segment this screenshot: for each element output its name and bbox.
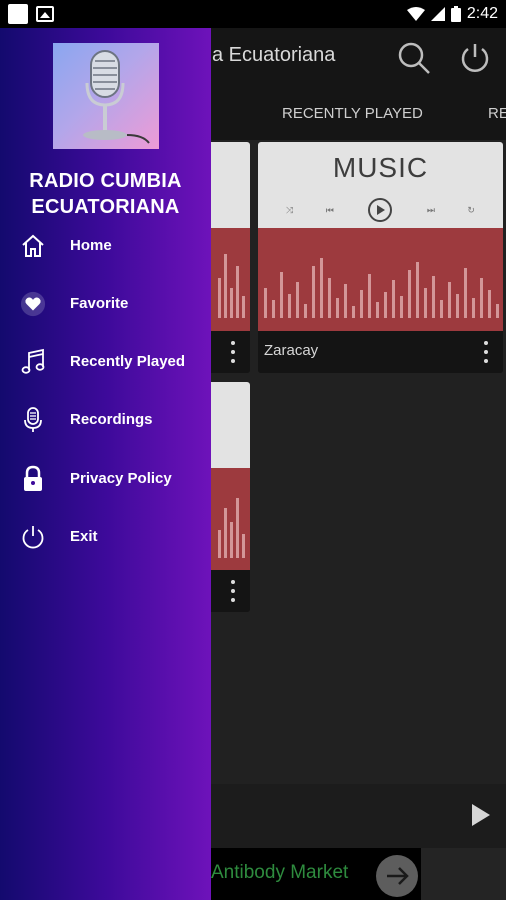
signal-icon	[430, 7, 445, 21]
card-cover: MUSIC ⤨ ⏮ ⏭ ↻	[258, 142, 503, 332]
notification-icon	[8, 4, 28, 24]
search-button[interactable]	[396, 40, 432, 76]
status-time: 2:42	[466, 5, 498, 22]
heart-icon	[20, 290, 46, 318]
more-options-icon[interactable]	[483, 341, 489, 363]
menu-label: Favorite	[70, 295, 129, 312]
menu-item-recordings[interactable]: Recordings	[0, 400, 211, 440]
play-icon	[472, 804, 490, 826]
power-icon	[461, 44, 489, 72]
microphone-logo-icon	[83, 50, 150, 144]
menu-item-favorite[interactable]: Favorite	[0, 284, 211, 324]
waveform	[258, 228, 503, 332]
station-logo	[53, 43, 159, 149]
app-title: a Ecuatoriana	[212, 44, 336, 66]
ad-text: Antibody Market	[211, 862, 349, 883]
status-bar: 2:42	[0, 0, 506, 28]
cover-controls: ⤨ ⏮ ⏭ ↻	[286, 196, 475, 224]
ad-image	[421, 848, 506, 900]
tab-recently-played[interactable]: RECENTLY PLAYED	[282, 105, 423, 122]
arrow-right-icon	[387, 867, 409, 885]
drawer-title: RADIO CUMBIA ECUATORIANA	[0, 168, 211, 220]
cover-word: MUSIC	[332, 152, 429, 183]
wifi-icon	[406, 7, 425, 21]
menu-item-privacy-policy[interactable]: Privacy Policy	[0, 459, 211, 499]
station-card[interactable]: MUSIC ⤨ ⏮ ⏭ ↻ Zaracay	[258, 142, 503, 373]
search-icon	[398, 42, 430, 74]
power-button[interactable]	[457, 40, 493, 76]
navigation-drawer: RADIO CUMBIA ECUATORIANA Home Favorite R…	[0, 28, 211, 900]
menu-label: Privacy Policy	[70, 470, 172, 487]
music-note-icon	[20, 348, 46, 376]
menu-item-exit[interactable]: Exit	[0, 517, 211, 557]
drawer-title-line2: ECUATORIANA	[31, 196, 180, 218]
drawer-title-line1: RADIO CUMBIA	[29, 170, 182, 192]
play-circle-icon	[368, 198, 393, 222]
more-options-icon[interactable]	[230, 341, 236, 363]
menu-label: Exit	[70, 528, 98, 545]
menu-label: Recently Played	[70, 353, 186, 370]
microphone-icon	[20, 406, 46, 434]
power-icon	[20, 523, 46, 551]
menu-label: Recordings	[70, 411, 153, 428]
menu-item-recently-played[interactable]: Recently Played	[0, 342, 211, 382]
menu-label: Home	[70, 237, 112, 254]
battery-icon	[450, 6, 461, 22]
home-icon	[20, 232, 46, 260]
lock-icon	[20, 465, 46, 493]
tab-recordings[interactable]: RE	[488, 105, 506, 122]
more-options-icon[interactable]	[230, 580, 236, 602]
card-footer: Zaracay	[258, 331, 503, 373]
station-name: Zaracay	[264, 342, 319, 359]
menu-item-home[interactable]: Home	[0, 226, 211, 266]
image-notification-icon	[36, 6, 54, 22]
ad-arrow-button[interactable]	[376, 855, 418, 897]
play-button[interactable]	[470, 802, 492, 833]
